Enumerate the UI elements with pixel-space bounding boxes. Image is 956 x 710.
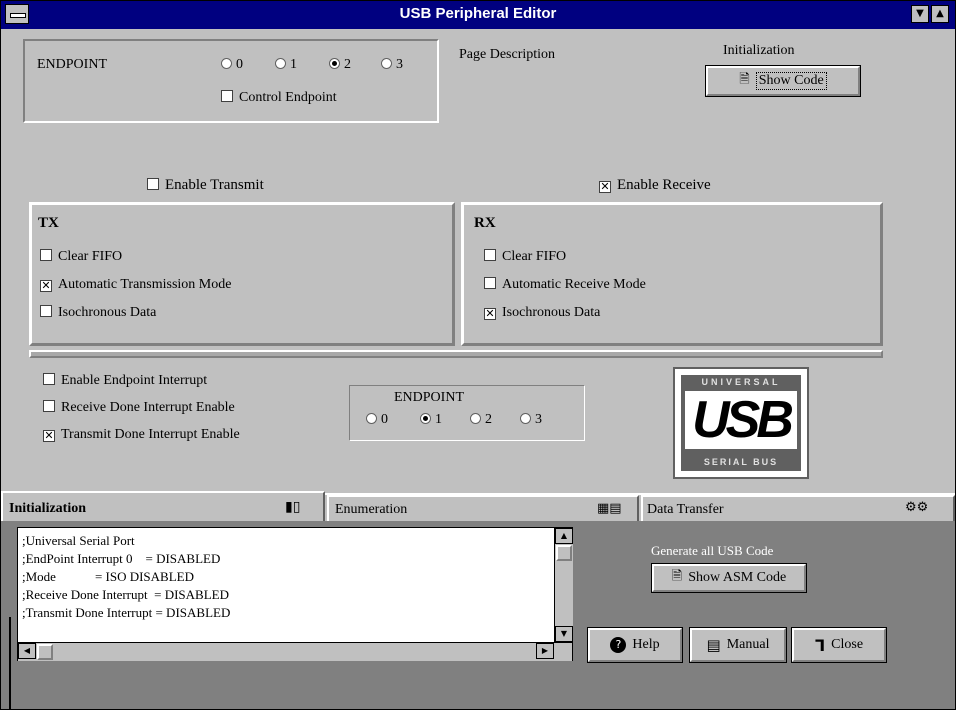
- radio-icon: [381, 58, 392, 69]
- show-asm-code-button[interactable]: 🗎 Show ASM Code: [651, 563, 807, 593]
- interrupt-endpoint-label: ENDPOINT: [394, 390, 464, 405]
- minimize-button[interactable]: ▼: [911, 5, 929, 23]
- title-bar[interactable]: USB Peripheral Editor ▼ ▲: [1, 1, 955, 29]
- checkbox-icon: [40, 249, 52, 261]
- left-edge-mark: [9, 617, 11, 709]
- endpoint-radio-1[interactable]: 1: [275, 57, 297, 73]
- tx-isochronous-checkbox[interactable]: Isochronous Data: [40, 305, 156, 321]
- usb-peripheral-editor-window: USB Peripheral Editor ▼ ▲ ENDPOINT 0 1 2…: [0, 0, 956, 710]
- interrupt-endpoint-radio-3[interactable]: 3: [520, 412, 542, 428]
- help-icon: ?: [610, 637, 627, 653]
- tx-clear-fifo-checkbox[interactable]: Clear FIFO: [40, 249, 122, 265]
- endpoint-label: ENDPOINT: [37, 57, 107, 72]
- control-endpoint-checkbox[interactable]: Control Endpoint: [221, 90, 337, 106]
- generate-label: Generate all USB Code: [651, 543, 774, 558]
- calculator-icon: ▦▤: [597, 501, 622, 516]
- interrupt-endpoint-group: ENDPOINT 0 1 2 3: [349, 385, 585, 441]
- checkbox-checked-icon: ✕: [40, 279, 52, 292]
- checkbox-icon: [221, 90, 233, 102]
- usb-logo-top-text: UNIVERSAL: [701, 377, 781, 387]
- scroll-right-arrow-icon[interactable]: ▶: [536, 643, 554, 659]
- checkbox-icon: [147, 178, 159, 190]
- radio-icon: [221, 58, 232, 69]
- show-code-button[interactable]: 🗎 Show Code: [705, 65, 861, 97]
- door-icon: ▮▯: [285, 499, 301, 515]
- radio-selected-icon: [420, 413, 431, 424]
- checkbox-icon: [484, 277, 496, 289]
- section-divider: [29, 350, 883, 358]
- radio-selected-icon: [329, 58, 340, 69]
- checkbox-icon: [43, 400, 55, 412]
- transmit-done-interrupt-checkbox[interactable]: ✕ Transmit Done Interrupt Enable: [43, 427, 240, 443]
- initialization-label: Initialization: [723, 43, 795, 58]
- endpoint-radio-0[interactable]: 0: [221, 57, 243, 73]
- checkbox-icon: [43, 373, 55, 385]
- scroll-down-arrow-icon[interactable]: ▼: [555, 626, 573, 642]
- usb-logo-bottom-text: SERIAL BUS: [703, 457, 779, 467]
- door-exit-icon: Ꞁ: [814, 635, 826, 655]
- code-textarea[interactable]: ;Universal Serial Port ;EndPoint Interru…: [17, 527, 573, 661]
- receive-done-interrupt-checkbox[interactable]: Receive Done Interrupt Enable: [43, 400, 235, 416]
- usb-logo-main-text: USB: [685, 391, 797, 449]
- page-description-label: Page Description: [459, 47, 556, 62]
- lower-panel: ;Universal Serial Port ;EndPoint Interru…: [1, 521, 955, 709]
- radio-icon: [470, 413, 481, 424]
- radio-icon: [275, 58, 286, 69]
- book-icon: ▤: [706, 636, 721, 654]
- tab-initialization[interactable]: Initialization ▮▯: [1, 491, 325, 521]
- rx-isochronous-checkbox[interactable]: ✕ Isochronous Data: [484, 305, 600, 321]
- rx-group: RX Clear FIFO Automatic Receive Mode ✕ Is…: [461, 202, 883, 346]
- window-title: USB Peripheral Editor: [399, 5, 557, 22]
- interrupt-endpoint-radio-0[interactable]: 0: [366, 412, 388, 428]
- interrupt-endpoint-radio-2[interactable]: 2: [470, 412, 492, 428]
- checkbox-checked-icon: ✕: [43, 429, 55, 442]
- rx-title: RX: [474, 215, 496, 231]
- endpoint-radio-3[interactable]: 3: [381, 57, 403, 73]
- endpoint-radio-2[interactable]: 2: [329, 57, 351, 73]
- rx-automatic-receive-checkbox[interactable]: Automatic Receive Mode: [484, 277, 646, 293]
- checkbox-icon: [484, 249, 496, 261]
- interrupt-endpoint-radio-1[interactable]: 1: [420, 412, 442, 428]
- scroll-left-arrow-icon[interactable]: ◀: [18, 643, 36, 659]
- tx-group: TX Clear FIFO ✕ Automatic Transmission Mo…: [29, 202, 455, 346]
- radio-icon: [366, 413, 377, 424]
- usb-logo: UNIVERSAL USB SERIAL BUS: [673, 367, 809, 479]
- horizontal-scrollbar[interactable]: ◀ ▶: [18, 642, 572, 661]
- checkbox-checked-icon: ✕: [484, 307, 496, 320]
- enable-endpoint-interrupt-checkbox[interactable]: Enable Endpoint Interrupt: [43, 373, 207, 389]
- maximize-button[interactable]: ▲: [931, 5, 949, 23]
- endpoint-group: ENDPOINT 0 1 2 3 Control Endpoint: [23, 39, 439, 123]
- enable-transmit-checkbox[interactable]: Enable Transmit: [147, 177, 264, 194]
- tab-data-transfer[interactable]: Data Transfer ⚙⚙: [641, 495, 955, 521]
- enable-receive-checkbox[interactable]: ✕ Enable Receive: [599, 177, 711, 194]
- gears-icon: ⚙⚙: [905, 500, 929, 515]
- rx-clear-fifo-checkbox[interactable]: Clear FIFO: [484, 249, 566, 265]
- manual-button[interactable]: ▤ Manual: [689, 627, 787, 663]
- document-icon: 🗎: [671, 569, 683, 584]
- vertical-scrollbar[interactable]: ▲ ▼: [554, 528, 573, 642]
- radio-icon: [520, 413, 531, 424]
- scroll-up-arrow-icon[interactable]: ▲: [555, 528, 573, 544]
- vertical-scroll-thumb[interactable]: [556, 545, 572, 561]
- checkbox-checked-icon: ✕: [599, 180, 611, 193]
- help-button[interactable]: ? Help: [587, 627, 683, 663]
- checkbox-icon: [40, 305, 52, 317]
- close-button[interactable]: Ꞁ Close: [791, 627, 887, 663]
- horizontal-scroll-thumb[interactable]: [37, 644, 53, 660]
- tx-automatic-transmission-checkbox[interactable]: ✕ Automatic Transmission Mode: [40, 277, 231, 293]
- tab-enumeration[interactable]: Enumeration ▦▤: [327, 495, 639, 521]
- document-icon: 🗎: [739, 72, 750, 87]
- code-text: ;Universal Serial Port ;EndPoint Interru…: [22, 533, 231, 620]
- tx-title: TX: [38, 215, 59, 231]
